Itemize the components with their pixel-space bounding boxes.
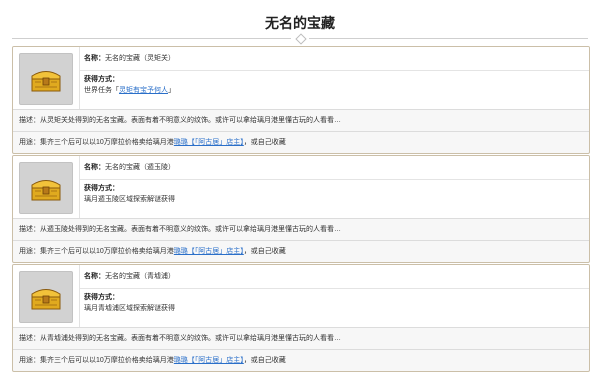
divider-ornament-icon — [291, 33, 309, 43]
obtain-suffix: 」 — [168, 87, 175, 94]
name-label: 名称： — [84, 273, 105, 280]
treasure-chest-icon — [31, 180, 61, 201]
usage-text: 集齐三个后可以以10万摩拉价格卖给璃月港 — [40, 248, 174, 255]
usage-text: 集齐三个后可以以10万摩拉价格卖给璃月港 — [40, 139, 174, 146]
usage-row: 用途：集齐三个后可以以10万摩拉价格卖给璃月港璐璐【「阿古居」店主】，或自己收藏 — [13, 349, 589, 371]
obtain-label: 获得方式： — [84, 76, 119, 83]
treasure-chest-icon — [31, 71, 61, 92]
item-card: 名称：无名的宝藏（灵矩关） 获得方式： 世界任务「灵矩有宝予何人」 描述：从灵矩… — [12, 46, 590, 154]
name-value: 无名的宝藏（青墟浦） — [105, 273, 175, 280]
usage-row: 用途：集齐三个后可以以10万摩拉价格卖给璃月港璐璐【「阿古居」店主】，或自己收藏 — [13, 131, 589, 153]
name-value: 无名的宝藏（遁玉陵） — [105, 164, 175, 171]
item-thumbnail — [19, 162, 73, 214]
usage-label: 用途： — [19, 248, 40, 255]
description-row: 描述：从遁玉陵处得到的无名宝藏。表面有着不明意义的纹饰。或许可以拿给璃月港里懂古… — [13, 218, 589, 240]
obtain-text: 璃月青墟浦区域探索解谜获得 — [84, 305, 175, 312]
item-thumbnail — [19, 53, 73, 105]
obtain-label: 获得方式： — [84, 185, 119, 192]
npc-link[interactable]: 璐璐【「阿古居」店主】 — [174, 139, 244, 146]
obtain-prefix: 世界任务「 — [84, 87, 119, 94]
name-label: 名称： — [84, 55, 105, 62]
usage-text: 集齐三个后可以以10万摩拉价格卖给璃月港 — [40, 357, 174, 364]
item-card: 名称：无名的宝藏（青墟浦） 获得方式： 璃月青墟浦区域探索解谜获得 描述：从青墟… — [12, 264, 590, 372]
treasure-chest-icon — [31, 289, 61, 310]
usage-label: 用途： — [19, 357, 40, 364]
npc-link[interactable]: 璐璐【「阿古居」店主】 — [174, 357, 244, 364]
description-text: 从青墟浦处得到的无名宝藏。表面有着不明意义的纹饰。或许可以拿给璃月港里懂古玩的人… — [40, 335, 341, 342]
description-label: 描述： — [19, 335, 40, 342]
obtain-text: 璃月遁玉陵区域探索解谜获得 — [84, 196, 175, 203]
usage-suffix: ，或自己收藏 — [243, 357, 286, 364]
usage-row: 用途：集齐三个后可以以10万摩拉价格卖给璃月港璐璐【「阿古居」店主】，或自己收藏 — [13, 240, 589, 262]
description-label: 描述： — [19, 117, 40, 124]
description-text: 从遁玉陵处得到的无名宝藏。表面有着不明意义的纹饰。或许可以拿给璃月港里懂古玩的人… — [40, 226, 341, 233]
obtain-label: 获得方式： — [84, 294, 119, 301]
description-row: 描述：从青墟浦处得到的无名宝藏。表面有着不明意义的纹饰。或许可以拿给璃月港里懂古… — [13, 327, 589, 349]
usage-suffix: ，或自己收藏 — [243, 248, 286, 255]
usage-label: 用途： — [19, 139, 40, 146]
description-label: 描述： — [19, 226, 40, 233]
item-card: 名称：无名的宝藏（遁玉陵） 获得方式： 璃月遁玉陵区域探索解谜获得 描述：从遁玉… — [12, 155, 590, 263]
page-title: 无名的宝藏 — [265, 15, 335, 31]
npc-link[interactable]: 璐璐【「阿古居」店主】 — [174, 248, 244, 255]
item-thumbnail — [19, 271, 73, 323]
description-row: 描述：从灵矩关处得到的无名宝藏。表面有着不明意义的纹饰。或许可以拿给璃月港里懂古… — [13, 109, 589, 131]
name-label: 名称： — [84, 164, 105, 171]
usage-suffix: ，或自己收藏 — [243, 139, 286, 146]
description-text: 从灵矩关处得到的无名宝藏。表面有着不明意义的纹饰。或许可以拿给璃月港里懂古玩的人… — [40, 117, 341, 124]
name-value: 无名的宝藏（灵矩关） — [105, 55, 175, 62]
quest-link[interactable]: 灵矩有宝予何人 — [119, 87, 168, 94]
